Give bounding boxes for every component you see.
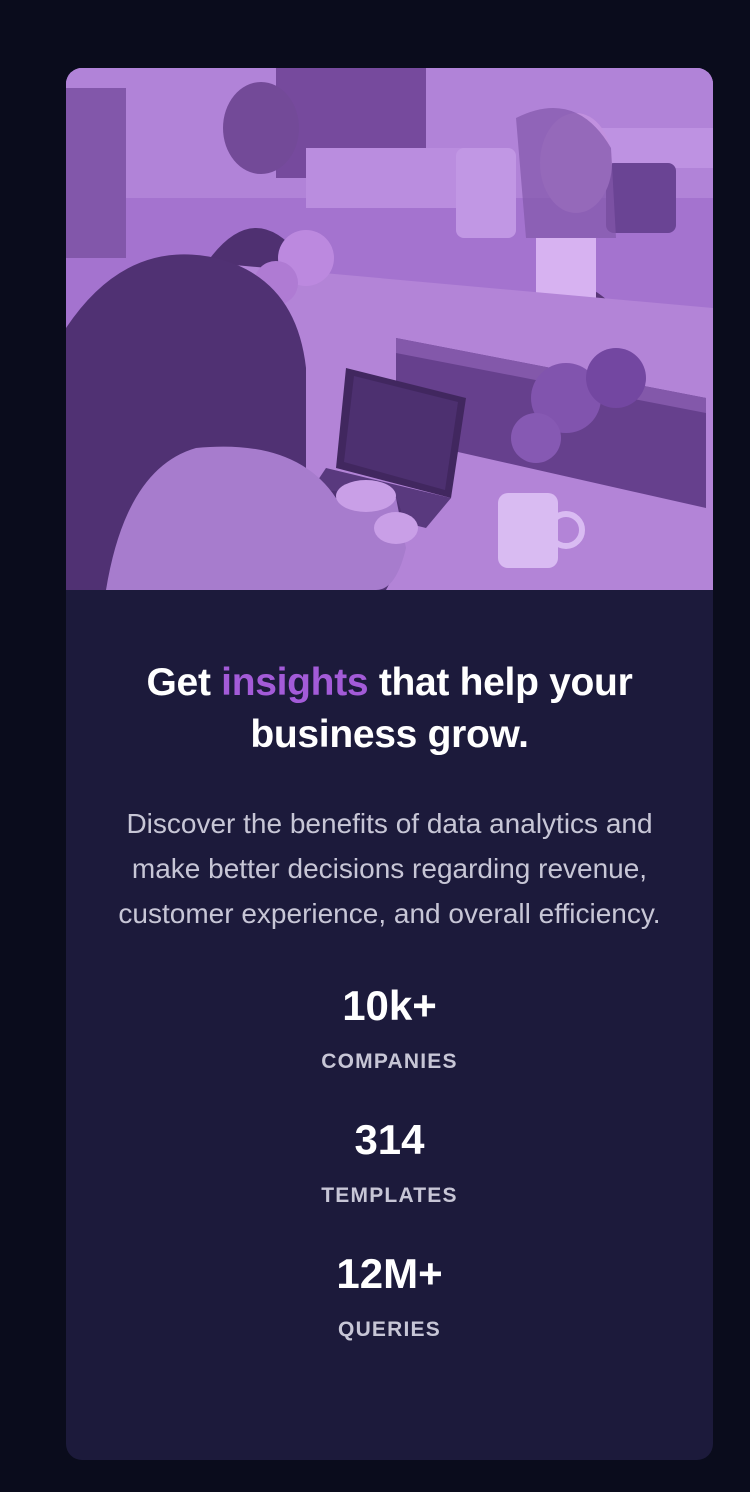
stat-value: 12M+ — [336, 1250, 443, 1297]
hero-image — [66, 68, 713, 590]
stat-label: COMPANIES — [321, 1050, 458, 1073]
stats-list: 10k+ COMPANIES 314 TEMPLATES 12M+ QUERIE… — [66, 982, 713, 1384]
stats-preview-card: Get insights that help your business gro… — [66, 68, 713, 1460]
stat-templates: 314 TEMPLATES — [66, 1116, 713, 1250]
stat-value: 10k+ — [342, 982, 437, 1029]
headline-accent-word: insights — [221, 661, 369, 704]
description: Discover the benefits of data analytics … — [118, 808, 661, 929]
headline: Get insights that help your business gro… — [130, 657, 650, 761]
stat-label: TEMPLATES — [321, 1184, 458, 1207]
stat-value: 314 — [354, 1116, 425, 1163]
stat-companies: 10k+ COMPANIES — [66, 982, 713, 1116]
stat-label: QUERIES — [338, 1318, 441, 1341]
stat-queries: 12M+ QUERIES — [66, 1250, 713, 1384]
headline-prefix: Get — [146, 661, 222, 704]
card-content: Get insights that help your business gro… — [66, 590, 713, 1384]
